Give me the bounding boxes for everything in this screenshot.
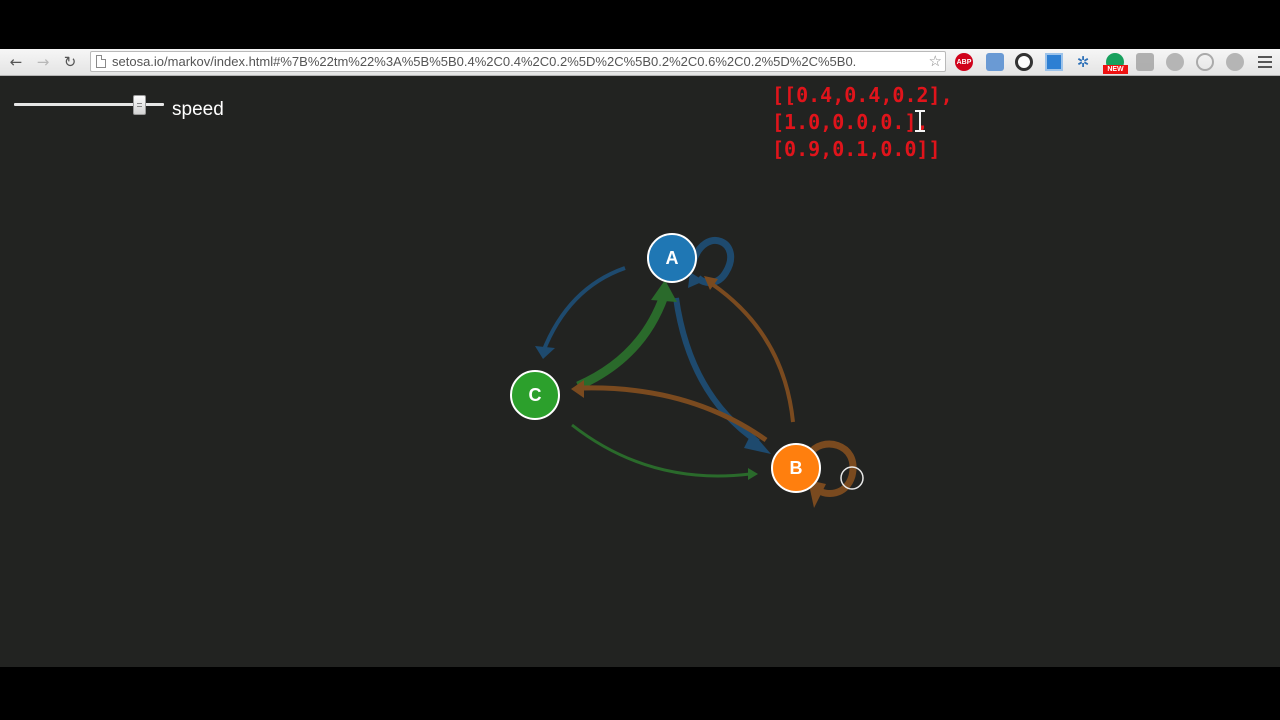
menu-icon[interactable] <box>1258 53 1272 71</box>
script-extension-icon[interactable] <box>1136 53 1154 71</box>
password-manager-icon[interactable] <box>986 53 1004 71</box>
new-badge: NEW <box>1103 65 1128 74</box>
edge-a-self-loop <box>689 237 735 286</box>
edge-c-to-b <box>571 423 751 478</box>
node-c-label: C <box>529 385 542 405</box>
edge-c-to-a <box>576 294 669 391</box>
node-b[interactable]: B <box>771 443 821 493</box>
video-letterbox-top <box>0 0 1280 49</box>
node-a[interactable]: A <box>647 233 697 283</box>
browser-toolbar: ← → ↻ setosa.io/markov/index.html#%7B%22… <box>0 49 1280 76</box>
back-icon[interactable]: ← <box>6 52 26 72</box>
node-c[interactable]: C <box>510 370 560 420</box>
page-content: speed [[0.4,0.4,0.2], [1.0,0.0,0.], [0.9… <box>0 76 1280 667</box>
edge-a-to-c-arrowhead <box>535 346 555 359</box>
g-extension-icon[interactable] <box>1015 53 1033 71</box>
adblock-icon[interactable]: ABP <box>955 53 973 71</box>
edge-c-to-b-arrowhead <box>748 468 758 480</box>
node-a-label: A <box>666 248 679 268</box>
block-extension-icon[interactable] <box>1196 53 1214 71</box>
edge-a-to-c <box>541 266 626 353</box>
forward-icon[interactable]: → <box>33 52 53 72</box>
markov-graph: A C B <box>510 233 864 508</box>
url-text[interactable]: setosa.io/markov/index.html#%7B%22tm%22%… <box>112 54 923 70</box>
node-b-label: B <box>790 458 803 478</box>
address-bar[interactable]: setosa.io/markov/index.html#%7B%22tm%22%… <box>90 51 946 72</box>
network-extension-icon[interactable]: ✲ <box>1074 53 1092 71</box>
misc-extension-icon[interactable] <box>1226 53 1244 71</box>
bookmark-star-icon[interactable]: ☆ <box>929 52 942 71</box>
compass-extension-icon[interactable] <box>1166 53 1184 71</box>
page-icon <box>96 55 106 68</box>
window-extension-icon[interactable] <box>1045 53 1063 71</box>
edge-b-to-a <box>710 282 795 423</box>
reload-icon[interactable]: ↻ <box>60 52 80 72</box>
video-letterbox-bottom <box>0 667 1280 720</box>
edge-b-to-c <box>583 385 768 443</box>
edge-a-to-b <box>673 297 760 445</box>
edge-c-to-a-arrowhead <box>651 280 677 302</box>
